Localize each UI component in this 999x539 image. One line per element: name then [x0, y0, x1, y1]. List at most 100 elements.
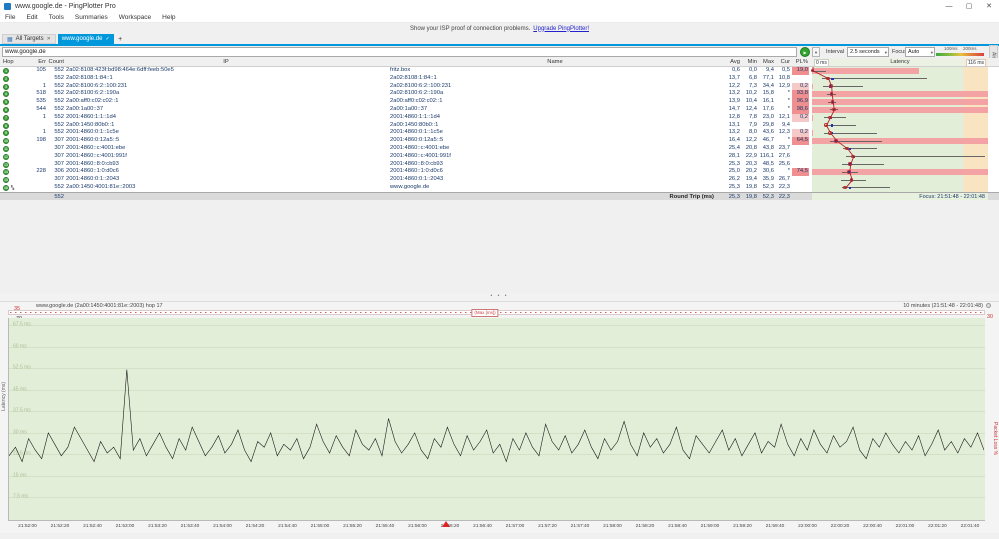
avg-cell: 13,1 [728, 121, 740, 128]
min-cell: 12,4 [745, 105, 757, 112]
table-row[interactable]: 8 552 2a00:1450:80b0::1 2a00:1450:80b0::1 13… [0, 121, 999, 130]
avg-cell: 25,3 [728, 183, 740, 190]
hop-badge: 3 [3, 83, 9, 90]
table-row[interactable]: 16 ▚ 552 2a00:1450:4001:81e::2003 www.google… [0, 183, 999, 192]
legend-gradient-bar [936, 53, 984, 56]
pl-cell: 98,6 [792, 105, 809, 114]
menu-tools[interactable]: Tools [49, 14, 64, 21]
avg-cell: 14,7 [728, 105, 740, 112]
err-cell [18, 176, 46, 184]
count-cell: 307 [54, 137, 64, 144]
pl-cell: 74,5 [792, 168, 809, 177]
menu-edit[interactable]: Edit [26, 14, 37, 21]
col-ip[interactable]: IP [66, 58, 386, 66]
col-min[interactable]: Min [742, 58, 757, 66]
scale-max-label: 116 ms [965, 59, 986, 67]
minmax-whisker [823, 125, 857, 126]
hop-badge: 8 [3, 122, 9, 129]
focus-select[interactable]: Auto ▾ [905, 47, 935, 57]
name-cell: 2a02:8100:6:2::190a [390, 90, 444, 97]
new-tab-button[interactable]: + [116, 34, 125, 44]
destination-icon: ▚ [11, 185, 15, 191]
table-row[interactable]: 9 1 552 2001:4860:0:1::1c5e 2001:4860:0:1::1… [0, 129, 999, 138]
tab-close-icon[interactable]: ✕ [47, 36, 51, 42]
col-avg[interactable]: Avg [716, 58, 740, 66]
target-input[interactable] [2, 47, 797, 57]
table-row[interactable]: 11 307 2001:4860::c:4001:ebe 2001:4860::c:4… [0, 144, 999, 153]
maximize-icon[interactable]: ▢ [959, 0, 979, 13]
min-cell: 7,3 [748, 82, 757, 89]
minimize-icon[interactable]: — [939, 0, 959, 13]
col-err[interactable]: Err [18, 58, 46, 66]
menu-help[interactable]: Help [162, 14, 175, 21]
time-tick-label: 21:52:20 [50, 524, 70, 529]
menu-workspace[interactable]: Workspace [119, 14, 151, 21]
table-row[interactable]: 6 544 552 2a00:1a00::37 2a00:1a00::37 14,7 12,… [0, 105, 999, 114]
tab-www-google-de[interactable]: www.google.de ✓ [57, 34, 114, 44]
loss-bar [812, 169, 988, 176]
ip-cell: 2001:4860:0:1::1c5e [66, 129, 119, 136]
col-max[interactable]: Max [759, 58, 774, 66]
app-icon [4, 3, 11, 10]
col-pl[interactable]: PL% [792, 58, 809, 66]
current-marker [849, 177, 854, 182]
time-tick-label: 21:57:40 [570, 524, 590, 529]
time-tick-label: 21:52:40 [83, 524, 102, 529]
play-button[interactable]: ▶ [800, 47, 810, 57]
table-row[interactable]: 7 1 552 2001:4860:1:1::1d4 2001:4860:1:1::1d… [0, 113, 999, 122]
tab-all-targets[interactable]: ▦ All Targets ✕ [2, 34, 56, 44]
menu-summaries[interactable]: Summaries [75, 14, 108, 21]
col-name[interactable]: Name [390, 58, 720, 66]
max-cell: 15,8 [762, 90, 774, 97]
time-tick-label: 21:56:40 [473, 524, 492, 529]
cur-cell: 22,3 [778, 183, 790, 190]
avg-cell: 26,2 [728, 176, 740, 183]
hop-badge: 16 [3, 184, 9, 191]
event-marker-icon[interactable] [441, 521, 450, 527]
menu-file[interactable]: File [5, 14, 15, 21]
avg-cell: 13,9 [728, 98, 740, 105]
time-axis: 21:52:00 21:52:20 21:52:40 21:53:00 21:53:20… [8, 524, 985, 532]
timeline-plot[interactable]: 67.5 ms 60 ms 52.5 ms 45 ms 37.5 ms 30 ms 22.5… [8, 318, 985, 521]
current-marker [851, 154, 855, 159]
latency-graph-cell [812, 129, 988, 138]
max-cell: 29,8 [762, 121, 774, 128]
pane-splitter[interactable]: • • • [0, 293, 999, 302]
cur-cell: 12,1 [778, 113, 790, 120]
table-row[interactable]: 5 535 552 2a00:aff0:c02:c02::1 2a00:aff0:c02… [0, 98, 999, 106]
cur-cell: 23,7 [778, 144, 790, 151]
table-row[interactable]: 10 198 307 2001:4860:0:12a5::5 2001:4860:0:1… [0, 137, 999, 145]
cur-cell: 25,6 [778, 160, 790, 167]
loss-bar [812, 114, 814, 121]
table-row[interactable]: 14 228 306 2001:4860::1:0:d0c6 2001:4860::1:… [0, 168, 999, 177]
avg-cell: 0,6 [731, 67, 740, 73]
col-cur[interactable]: Cur [776, 58, 790, 66]
avg-cell: 12,2 [728, 82, 740, 89]
table-row[interactable]: 2 552 2a02:8108:1:84::1 2a02:8108:1:84::1 13… [0, 74, 999, 83]
table-row[interactable]: 13 307 2001:4860::8:0:cb93 2001:4860::8:0:c… [0, 160, 999, 169]
latency-axis-label: Latency (ms) [1, 382, 7, 411]
interval-select[interactable]: 2.5 seconds ▾ [847, 47, 889, 57]
upgrade-link[interactable]: Upgrade PingPlotter! [533, 26, 589, 32]
ip-cell: 2a02:8108:423f:bd98:464e:6dff:feeb:50e5 [66, 67, 174, 73]
table-row[interactable]: 4 518 552 2a02:8100:6:2::190a 2a02:8100:6:2:… [0, 90, 999, 99]
interval-label: Interval [826, 49, 845, 55]
play-dropdown-icon[interactable]: ▾ [812, 47, 820, 57]
timeline-options-icon[interactable] [986, 303, 991, 308]
close-icon[interactable]: ✕ [979, 0, 999, 13]
col-count[interactable]: Count [48, 58, 64, 66]
col-hop[interactable]: Hop [3, 58, 15, 66]
count-cell: 552 [54, 90, 64, 97]
count-cell: 552 [54, 105, 64, 112]
err-cell: 198 [36, 137, 46, 144]
err-cell [18, 153, 46, 161]
table-row[interactable]: 1 105 552 2a02:8108:423f:bd98:464e:6dff:fee… [0, 67, 999, 75]
chevron-down-icon: ▾ [884, 50, 887, 55]
ip-cell: 2001:4860::c:4001:ebe [66, 144, 126, 151]
ip-cell: 2001:4860:0:12a5::5 [66, 137, 120, 144]
table-row[interactable]: 3 1 552 2a02:8100:6:2::100:231 2a02:8100:6:2… [0, 82, 999, 91]
check-icon: ✓ [105, 36, 110, 42]
table-row[interactable]: 15 307 2001:4860:0:1::2043 2001:4860:0:1::2… [0, 176, 999, 184]
table-row[interactable]: 12 307 2001:4860::c:4001:991f 2001:4860::c:… [0, 152, 999, 161]
pl-cell: 93,8 [792, 90, 809, 99]
